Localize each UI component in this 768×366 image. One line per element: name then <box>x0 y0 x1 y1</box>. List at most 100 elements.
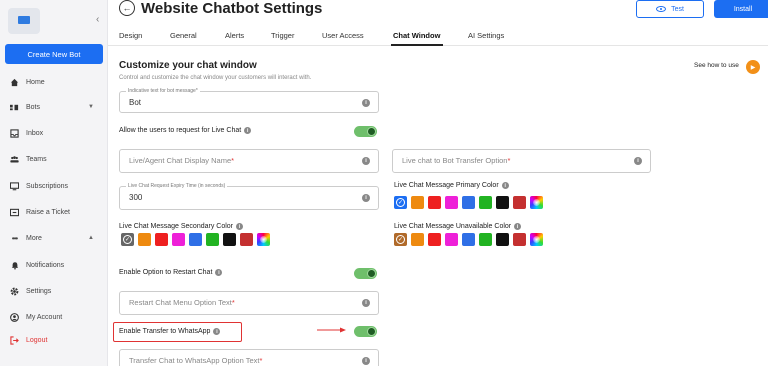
swatch-black[interactable] <box>496 233 509 246</box>
swatch-orange[interactable] <box>411 196 424 209</box>
tab-design[interactable]: Design <box>119 31 142 40</box>
home-icon <box>10 78 19 87</box>
secondary-color-swatches: ✓ <box>121 233 270 246</box>
unavailable-swatch-selected[interactable]: ✓ <box>394 233 407 246</box>
allow-live-chat-label: Allow the users to request for Live Chat… <box>119 127 252 134</box>
info-icon[interactable]: i <box>213 328 221 335</box>
sidebar-item-teams[interactable]: Teams <box>0 150 108 168</box>
color-picker-icon[interactable] <box>257 233 270 246</box>
secondary-color-text: Live Chat Message Secondary Color <box>119 223 234 230</box>
see-how-to-use-link[interactable]: See how to use <box>694 62 739 69</box>
tab-general[interactable]: General <box>170 31 197 40</box>
ticket-icon <box>10 208 19 217</box>
sidebar-item-notifications[interactable]: Notifications <box>0 256 108 274</box>
secondary-swatch-selected[interactable]: ✓ <box>121 233 134 246</box>
swatch-red[interactable] <box>428 233 441 246</box>
caret-down-icon[interactable]: ▼ <box>88 104 94 110</box>
secondary-color-label: Live Chat Message Secondary Color i <box>119 223 244 230</box>
field-placeholder: Live/Agent Chat Display Name* <box>129 156 235 165</box>
restart-chat-toggle[interactable] <box>354 268 377 279</box>
main-content: ← Website Chatbot Settings Test Install … <box>108 0 768 366</box>
info-icon[interactable]: i <box>362 194 370 202</box>
sidebar-item-more[interactable]: ••• More ▲ <box>0 229 108 247</box>
primary-swatch-selected[interactable]: ✓ <box>394 196 407 209</box>
caret-up-icon[interactable]: ▲ <box>88 235 94 241</box>
restart-chat-option-field[interactable]: Restart Chat Menu Option Text* i <box>119 291 379 315</box>
info-icon[interactable]: i <box>236 223 244 230</box>
sidebar-item-label: My Account <box>26 313 63 321</box>
sidebar-item-subscriptions[interactable]: Subscriptions <box>0 177 108 195</box>
swatch-magenta[interactable] <box>445 233 458 246</box>
swatch-dark-red[interactable] <box>513 233 526 246</box>
field-value: Bot <box>129 98 142 107</box>
swatch-black[interactable] <box>496 196 509 209</box>
sidebar-item-label: Subscriptions <box>26 182 69 190</box>
brand-logo[interactable] <box>8 8 40 34</box>
sidebar-item-home[interactable]: Home <box>0 73 108 91</box>
tab-trigger[interactable]: Trigger <box>271 31 294 40</box>
sidebar-item-label: Inbox <box>26 129 44 137</box>
swatch-green[interactable] <box>479 196 492 209</box>
back-arrow-icon[interactable]: ← <box>119 0 135 16</box>
swatch-red[interactable] <box>428 196 441 209</box>
info-icon[interactable]: i <box>244 127 252 134</box>
section-title: Customize your chat window <box>119 60 257 71</box>
field-placeholder: Live chat to Bot Transfer Option* <box>402 156 511 165</box>
logout-icon <box>10 335 19 345</box>
swatch-red[interactable] <box>155 233 168 246</box>
info-icon[interactable]: i <box>634 157 642 165</box>
active-tab-indicator <box>391 44 443 46</box>
red-arrow-icon <box>317 327 346 333</box>
swatch-magenta[interactable] <box>445 196 458 209</box>
info-icon[interactable]: i <box>362 357 370 365</box>
color-picker-icon[interactable] <box>530 233 543 246</box>
sidebar-item-settings[interactable]: Settings <box>0 282 108 300</box>
sidebar-item-my-account[interactable]: My Account <box>0 308 108 326</box>
tab-alerts[interactable]: Alerts <box>225 31 244 40</box>
install-button[interactable]: Install <box>714 0 768 18</box>
swatch-blue[interactable] <box>462 233 475 246</box>
color-picker-icon[interactable] <box>530 196 543 209</box>
swatch-dark-red[interactable] <box>513 196 526 209</box>
collapse-sidebar-icon[interactable]: ‹ <box>96 14 99 25</box>
sidebar-item-bots[interactable]: Bots ▼ <box>0 98 108 116</box>
sidebar-item-raise-ticket[interactable]: Raise a Ticket <box>0 203 108 221</box>
info-icon[interactable]: i <box>362 157 370 165</box>
swatch-orange[interactable] <box>138 233 151 246</box>
sidebar-item-label: Logout <box>26 336 48 344</box>
whatsapp-option-text-field[interactable]: Transfer Chat to WhatsApp Option Text* i <box>119 349 379 366</box>
whatsapp-transfer-toggle[interactable] <box>354 326 377 337</box>
primary-color-label: Live Chat Message Primary Color i <box>394 182 509 189</box>
unavailable-color-swatches: ✓ <box>394 233 543 246</box>
transfer-option-field[interactable]: Live chat to Bot Transfer Option* i <box>392 149 651 173</box>
swatch-blue[interactable] <box>189 233 202 246</box>
live-chat-expiry-field[interactable]: Live Chat Request Expiry Time (in second… <box>119 183 379 210</box>
tab-chat-window[interactable]: Chat Window <box>393 31 440 40</box>
allow-live-chat-text: Allow the users to request for Live Chat <box>119 127 242 134</box>
info-icon[interactable]: i <box>501 182 509 189</box>
create-new-bot-button[interactable]: Create New Bot <box>5 44 103 64</box>
field-legend: Indicative text for bot message* <box>126 88 200 95</box>
swatch-magenta[interactable] <box>172 233 185 246</box>
info-icon[interactable]: i <box>514 223 522 230</box>
swatch-dark-red[interactable] <box>240 233 253 246</box>
sidebar-item-label: More <box>26 234 42 242</box>
info-icon[interactable]: i <box>362 299 370 307</box>
live-chat-toggle[interactable] <box>354 126 377 137</box>
swatch-black[interactable] <box>223 233 236 246</box>
info-icon[interactable]: i <box>215 269 223 276</box>
swatch-green[interactable] <box>206 233 219 246</box>
tab-user-access[interactable]: User Access <box>322 31 364 40</box>
play-icon[interactable]: ▶ <box>746 60 760 74</box>
indicative-text-field[interactable]: Indicative text for bot message* Bot i <box>119 88 379 113</box>
swatch-blue[interactable] <box>462 196 475 209</box>
sidebar-item-logout[interactable]: Logout <box>0 331 108 349</box>
swatch-green[interactable] <box>479 233 492 246</box>
sidebar-item-label: Teams <box>26 155 47 163</box>
test-button[interactable]: Test <box>636 0 704 18</box>
live-agent-display-name-field[interactable]: Live/Agent Chat Display Name* i <box>119 149 379 173</box>
info-icon[interactable]: i <box>362 99 370 107</box>
tab-ai-settings[interactable]: AI Settings <box>468 31 504 40</box>
swatch-orange[interactable] <box>411 233 424 246</box>
sidebar-item-inbox[interactable]: Inbox <box>0 124 108 142</box>
